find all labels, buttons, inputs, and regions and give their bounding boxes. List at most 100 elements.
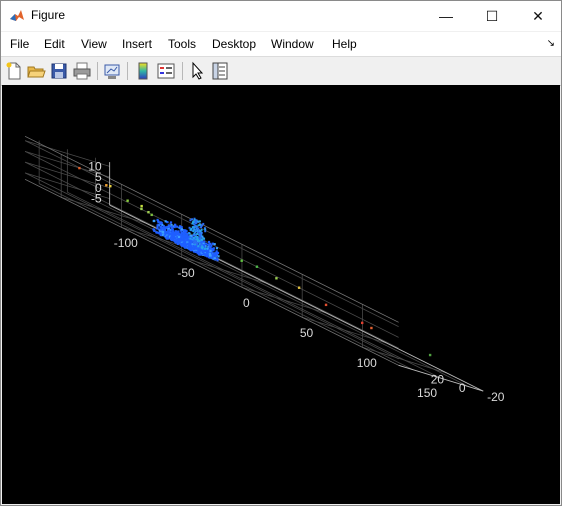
point [173, 225, 176, 229]
point [169, 221, 173, 224]
point [190, 249, 193, 252]
insert-legend-icon[interactable] [156, 61, 176, 81]
point [200, 246, 203, 249]
point [171, 227, 174, 231]
point [192, 245, 195, 248]
point [216, 258, 219, 261]
point [199, 235, 202, 238]
point [192, 221, 195, 224]
point [150, 213, 153, 217]
point [155, 231, 158, 234]
point [204, 247, 207, 250]
point [197, 251, 201, 254]
point [169, 236, 173, 239]
point [159, 228, 163, 231]
x-tick-label: 50 [300, 326, 314, 340]
point [164, 233, 167, 236]
matlab-logo-icon [10, 10, 24, 21]
point [183, 235, 186, 238]
point [178, 242, 181, 245]
y-tick-label: 0 [459, 381, 466, 395]
link-plot-icon[interactable] [102, 61, 122, 81]
menu-window[interactable]: Window [271, 37, 314, 51]
point [189, 241, 192, 244]
point [188, 226, 191, 229]
point [166, 236, 169, 239]
menu-edit[interactable]: Edit [44, 37, 65, 51]
point [240, 259, 243, 262]
point [140, 207, 143, 211]
property-inspector-icon[interactable] [210, 61, 230, 81]
point [153, 229, 156, 232]
menu-help[interactable]: Help [332, 37, 357, 51]
point [204, 230, 207, 233]
toolbar-separator [182, 62, 183, 80]
x-tick-label: 100 [357, 356, 377, 370]
point [370, 326, 373, 330]
point [195, 247, 198, 250]
point [209, 249, 212, 253]
figure-canvas[interactable]: -100 -50 0 50 100 150 -20 0 20 -5 0 5 10 [2, 85, 560, 504]
point [163, 228, 166, 232]
point [192, 237, 195, 240]
toolbar-separator [127, 62, 128, 80]
point [212, 247, 215, 250]
point [207, 243, 210, 246]
point [180, 239, 183, 242]
point [193, 218, 196, 221]
point [192, 248, 196, 251]
new-figure-icon[interactable] [4, 61, 24, 81]
point [203, 240, 206, 243]
point [174, 231, 177, 234]
point [198, 240, 201, 243]
point [195, 229, 198, 232]
menu-file[interactable]: File [10, 37, 29, 51]
point [199, 231, 202, 234]
point [200, 243, 203, 246]
point [180, 235, 183, 238]
point [177, 235, 181, 239]
menu-bar: File Edit View Insert Tools Desktop Wind… [1, 32, 561, 56]
point [215, 247, 219, 250]
print-icon[interactable] [72, 61, 92, 81]
menu-view[interactable]: View [81, 37, 107, 51]
point [196, 232, 199, 235]
axis-edge [24, 135, 399, 323]
x-tick-label: -50 [177, 266, 195, 280]
menu-tools[interactable]: Tools [168, 37, 196, 51]
minimize-button[interactable]: — [423, 1, 469, 31]
point [157, 220, 160, 223]
point [157, 231, 161, 234]
point [175, 239, 178, 243]
3d-axes[interactable]: -100-50050100150 -20020-50510 [2, 85, 560, 504]
x-tick-label: -100 [114, 236, 138, 250]
point [185, 230, 188, 233]
dock-arrow-icon[interactable]: ↘ [547, 38, 555, 49]
menu-desktop[interactable]: Desktop [212, 37, 256, 51]
close-button[interactable]: ✕ [515, 1, 561, 31]
point [297, 286, 301, 289]
point [195, 226, 198, 229]
point [203, 237, 206, 240]
figure-window: Figure — ☐ ✕ File Edit View Insert Tools… [0, 0, 562, 506]
point [175, 233, 178, 236]
save-icon[interactable] [49, 61, 69, 81]
edit-plot-arrow-icon[interactable] [188, 61, 208, 81]
point [189, 237, 192, 240]
title-bar: Figure — ☐ ✕ [1, 1, 561, 31]
menu-insert[interactable]: Insert [122, 37, 152, 51]
point [161, 230, 165, 234]
open-file-icon[interactable] [26, 61, 46, 81]
insert-colorbar-icon[interactable] [133, 61, 153, 81]
point [199, 223, 202, 226]
point [324, 303, 328, 307]
window-title: Figure [31, 8, 66, 22]
y-tick-label: 20 [431, 373, 445, 387]
point [140, 204, 143, 208]
point [186, 242, 189, 245]
point [213, 243, 216, 246]
point [161, 223, 164, 226]
maximize-button[interactable]: ☐ [469, 1, 515, 31]
point [214, 255, 217, 258]
point [255, 265, 259, 268]
